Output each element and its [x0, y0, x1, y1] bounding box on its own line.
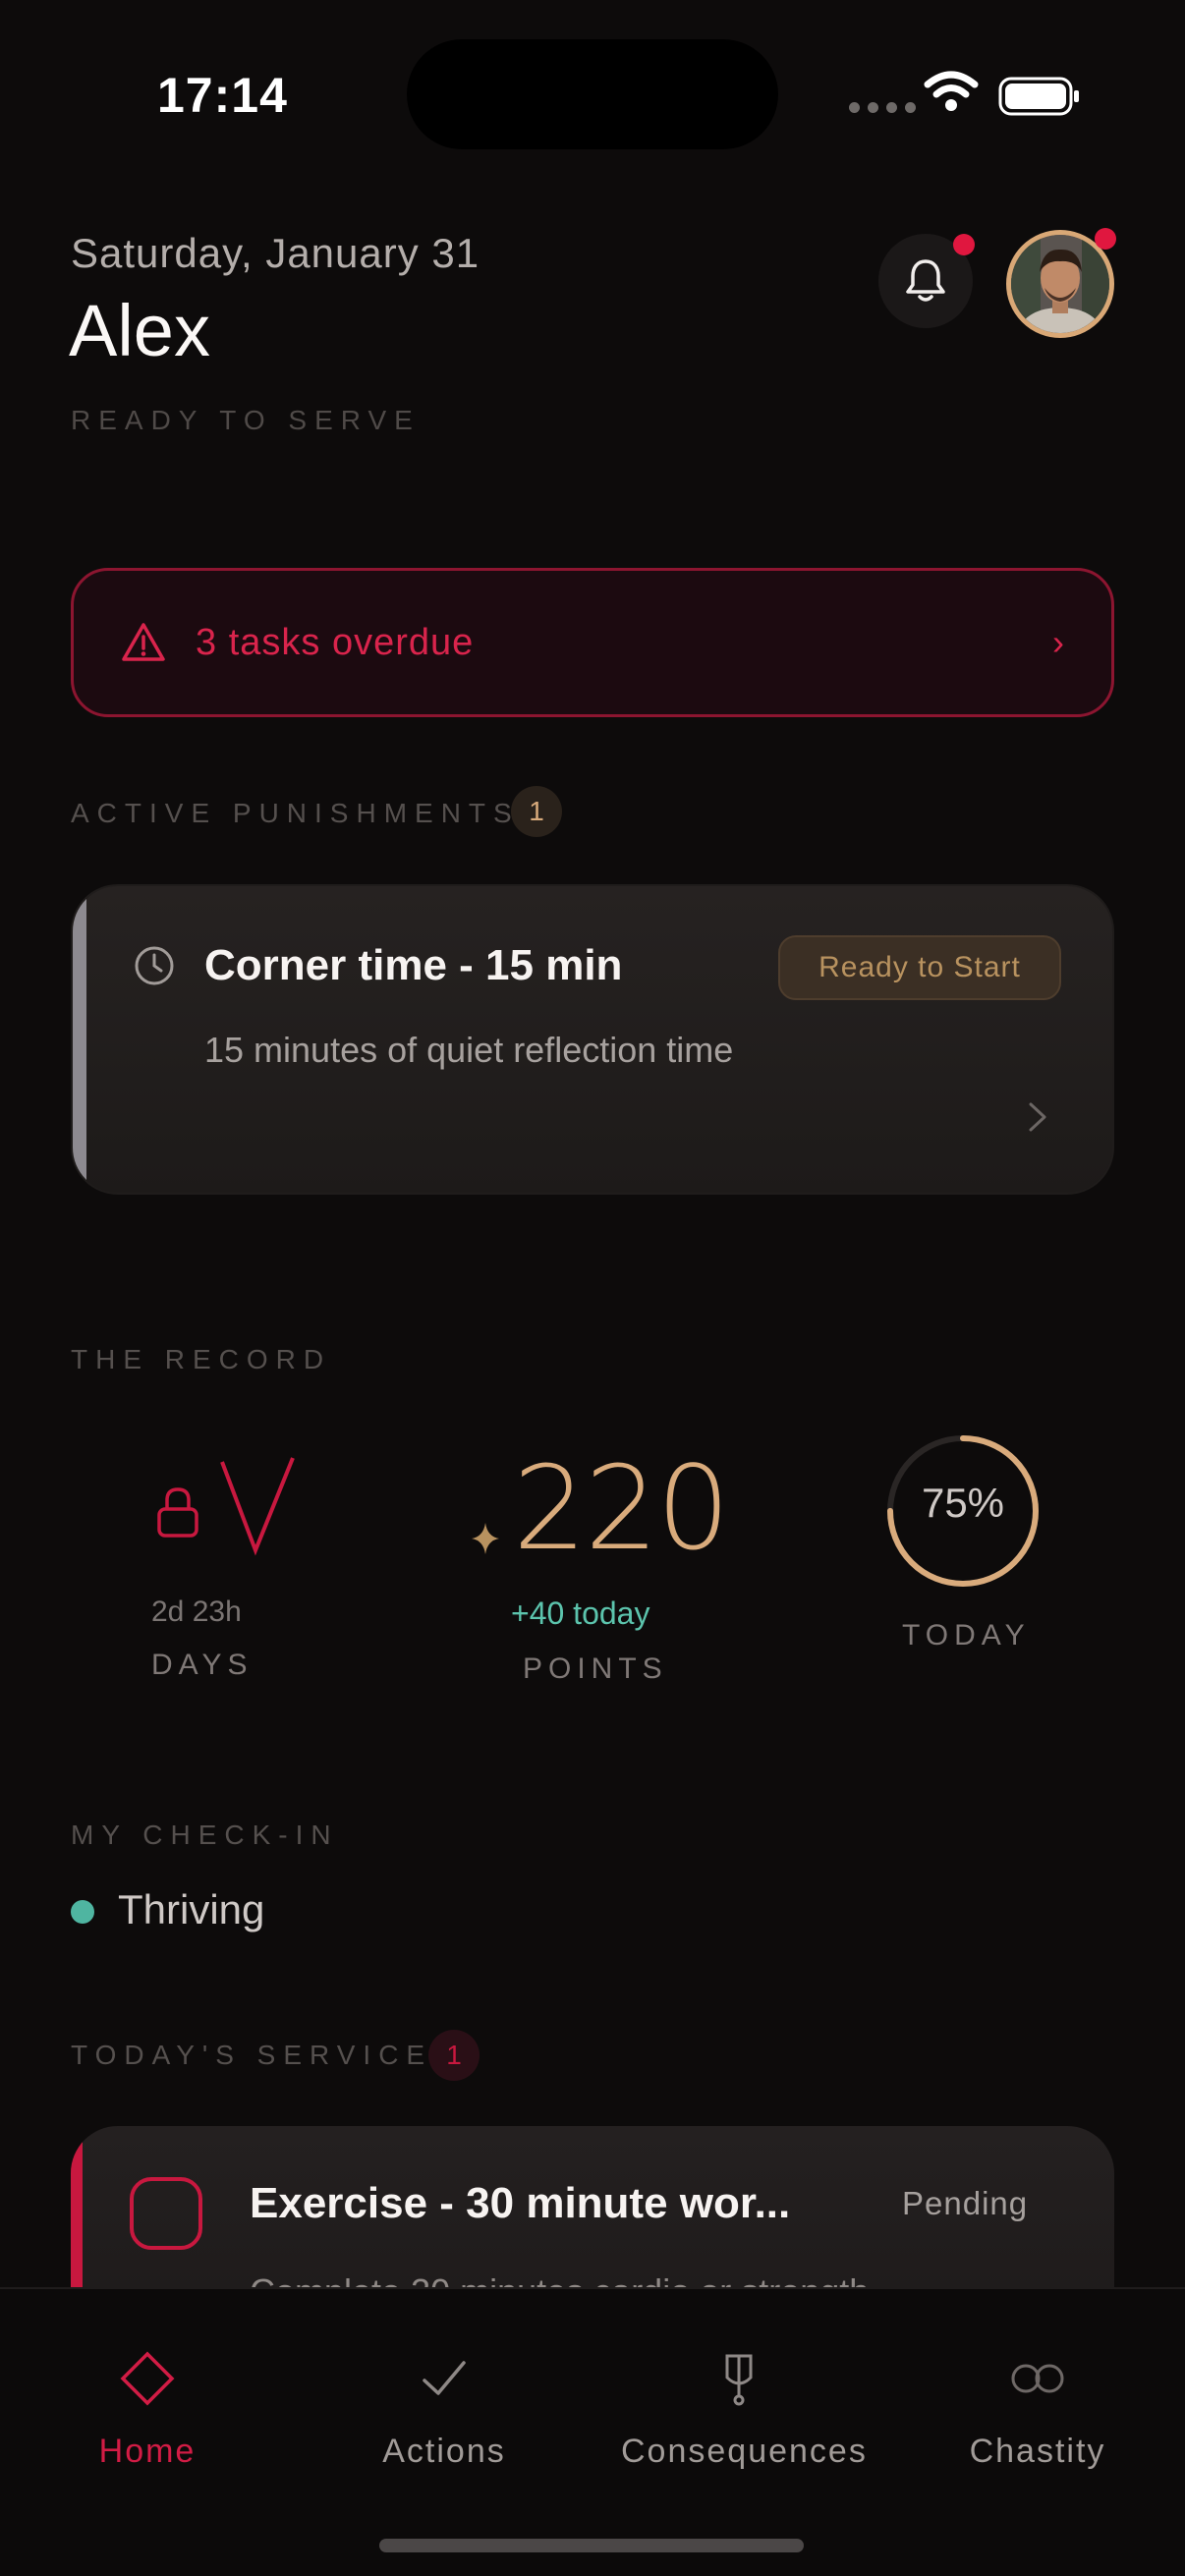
punishment-title: Corner time - 15 min — [204, 941, 623, 989]
punishments-count-badge: 1 — [511, 786, 562, 837]
service-heading: TODAY'S SERVICE — [71, 2040, 433, 2070]
checkin-heading: MY CHECK-IN — [71, 1820, 339, 1850]
sparkle-icon — [472, 1523, 499, 1554]
nav-tab-home[interactable]: Home — [29, 2344, 265, 2471]
record-heading: THE RECORD — [71, 1344, 332, 1374]
nav-label-consequences: Consequences — [621, 2433, 868, 2470]
checkin-mood[interactable]: Thriving — [118, 1886, 264, 1933]
chastity-duration: 2d 23h — [151, 1596, 242, 1628]
current-date: Saturday, January 31 — [71, 230, 480, 276]
nav-label-chastity: Chastity — [969, 2433, 1106, 2470]
mood-indicator-dot — [71, 1900, 94, 1924]
home-indicator[interactable] — [379, 2539, 804, 2552]
overdue-tasks-alert[interactable]: 3 tasks overdue › — [71, 568, 1114, 717]
card-accent-bar — [73, 886, 86, 1193]
nav-tab-actions[interactable]: Actions — [326, 2344, 562, 2471]
rings-icon — [1011, 2364, 1064, 2393]
lock-icon — [157, 1487, 198, 1538]
points-caption: POINTS — [523, 1652, 668, 1685]
service-task-title: Exercise - 30 minute wor... — [250, 2179, 791, 2227]
chevron-right-icon — [1029, 1102, 1046, 1132]
chevron-right-icon: › — [1052, 622, 1064, 662]
user-status: READY TO SERVE — [71, 405, 421, 435]
punishment-card[interactable]: Corner time - 15 min Ready to Start 15 m… — [71, 884, 1114, 1195]
overdue-label: 3 tasks overdue — [196, 621, 475, 663]
wifi-icon — [924, 71, 979, 111]
days-caption: DAYS — [151, 1649, 254, 1681]
cellular-signal-icon — [849, 102, 916, 113]
notification-badge — [953, 234, 975, 255]
service-count-badge: 1 — [428, 2030, 480, 2081]
today-caption: TODAY — [902, 1619, 1031, 1652]
points-today: +40 today — [511, 1596, 650, 1631]
nav-label-actions: Actions — [382, 2433, 506, 2470]
active-punishments-heading: ACTIVE PUNISHMENTS — [71, 798, 520, 828]
task-checkbox[interactable] — [130, 2177, 202, 2250]
checkmark-icon — [423, 2361, 466, 2395]
service-task-status: Pending — [902, 2185, 1029, 2221]
punishment-status-badge[interactable]: Ready to Start — [778, 935, 1061, 1000]
dynamic-island — [407, 39, 778, 149]
nav-tab-chastity[interactable]: Chastity — [920, 2344, 1156, 2471]
avatar-portrait — [1011, 235, 1109, 333]
user-name: Alex — [69, 290, 210, 371]
status-time: 17:14 — [157, 68, 288, 123]
paddle-icon — [725, 2354, 753, 2406]
avatar-badge — [1095, 228, 1116, 250]
nav-tab-consequences[interactable]: Consequences — [621, 2344, 868, 2471]
nav-label-home: Home — [98, 2433, 197, 2470]
daily-progress-label: 75% — [921, 1480, 1005, 1526]
points-value: 220 — [513, 1440, 730, 1576]
warning-icon — [122, 623, 165, 661]
bottom-navigation: Home Actions Consequences Chastity — [0, 2287, 1185, 2576]
chastity-roman-numeral-icon — [220, 1457, 295, 1556]
punishment-description: 15 minutes of quiet reflection time — [204, 1030, 734, 1070]
bell-icon — [906, 259, 945, 302]
battery-icon — [998, 77, 1079, 116]
clock-icon — [135, 946, 174, 985]
diamond-icon — [120, 2351, 175, 2406]
